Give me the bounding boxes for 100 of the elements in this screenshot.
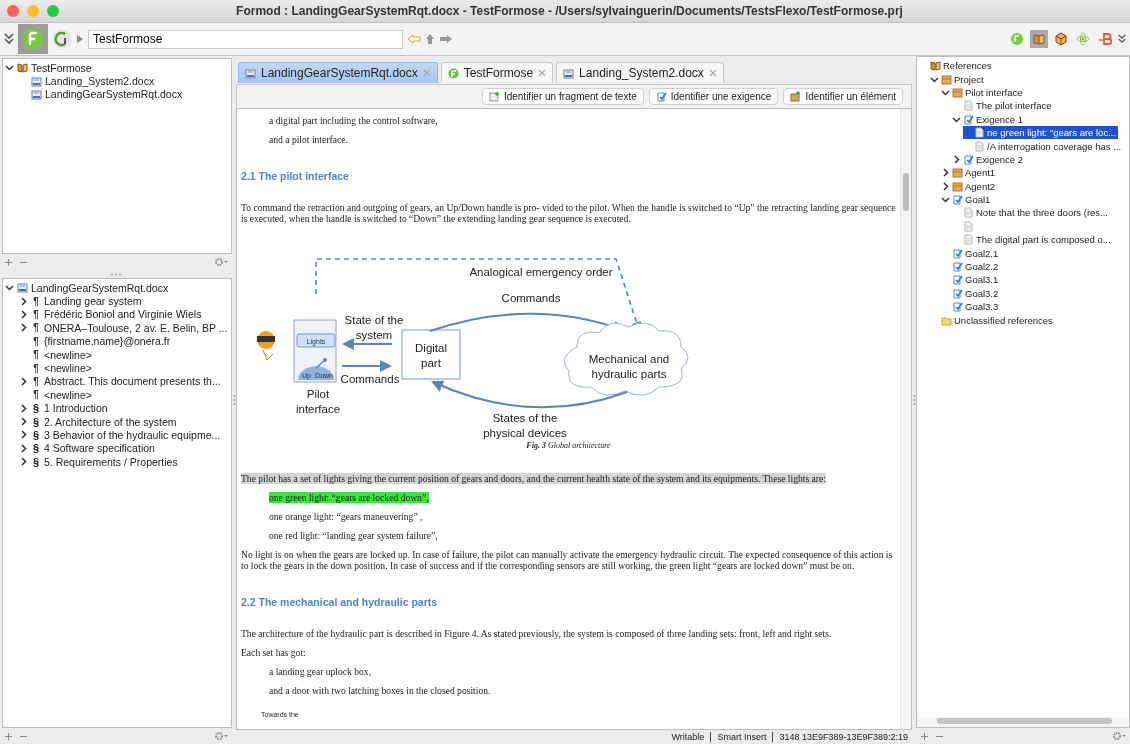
chevron-icon[interactable]: [5, 283, 14, 293]
tree-item[interactable]: Pilot interface: [941, 85, 1025, 100]
chevron-icon[interactable]: [941, 87, 950, 97]
tree-item[interactable]: Agent2: [941, 179, 998, 193]
tree-item[interactable]: Project: [930, 72, 986, 86]
logo-icon: [447, 67, 459, 79]
requirement-icon: [952, 287, 963, 299]
close-icon[interactable]: [422, 69, 431, 77]
play-icon[interactable]: [76, 34, 84, 44]
window-control-button[interactable]: [47, 5, 59, 17]
up-arrow-icon[interactable]: [425, 33, 435, 45]
grip-icon[interactable]: [110, 272, 122, 276]
tree-item[interactable]: § 5. Requirements / Properties: [19, 455, 180, 469]
tree-item[interactable]: ¶ Landing gear system: [19, 294, 144, 308]
tree-item[interactable]: § 1 Introduction: [19, 401, 110, 415]
toolbar-button[interactable]: [1052, 30, 1070, 48]
chevron-icon[interactable]: [952, 114, 961, 124]
chevron-icon[interactable]: [19, 443, 28, 453]
tree-item[interactable]: Goal2.2: [941, 259, 1001, 274]
diagram-label: Analogical emergency order: [469, 266, 613, 278]
chevron-icon[interactable]: [19, 323, 28, 333]
toolbar-button[interactable]: [1096, 30, 1114, 48]
tree-item[interactable]: ¶ <newline>: [19, 347, 94, 362]
settings-icon[interactable]: [1112, 731, 1126, 741]
tree-item[interactable]: /A interrogation coverage has ...: [963, 139, 1124, 153]
action-button[interactable]: Identifier un fragment de texte: [481, 88, 644, 105]
action-button[interactable]: Identifier une exigence: [648, 88, 779, 105]
chevron-icon[interactable]: [19, 296, 28, 306]
settings-icon[interactable]: [214, 257, 228, 267]
chevron-icon[interactable]: [952, 154, 961, 164]
tree-item[interactable]: LandingGearSystemRqt.docx: [5, 281, 171, 295]
tree-item[interactable]: § 4 Software specification: [19, 441, 157, 456]
tab[interactable]: LandingGearSystemRqt.docx: [238, 62, 438, 83]
chevrons-icon[interactable]: [4, 33, 14, 45]
tree-item[interactable]: The pilot interface: [952, 99, 1054, 113]
tree-item[interactable]: Exigence 2: [952, 152, 1025, 167]
tab[interactable]: TestFormose: [440, 62, 554, 83]
paragraph: No light is on when the gears are locked up. In case of failure, the pilot can manually activate the emergency hydraulic circuit. The expected consequence of this action is to lock the gears in the down position. In case of success and if the corresponding sensors are still working, the green light “gears are locked down” must be on.: [241, 549, 893, 571]
tree-item[interactable]: ¶ <newline>: [19, 361, 94, 375]
action-button[interactable]: Identifier un élément: [783, 88, 903, 105]
tree-item[interactable]: TestFormose: [5, 61, 94, 75]
forward-arrow-icon[interactable]: [439, 34, 453, 44]
chevron-icon[interactable]: [19, 376, 28, 386]
chevron-icon[interactable]: [19, 309, 28, 319]
chevron-icon[interactable]: [19, 417, 28, 427]
tree-item[interactable]: Note that the three doors (res...: [952, 206, 1110, 220]
tree-item[interactable]: Goal1: [941, 192, 993, 207]
chevron-icon[interactable]: [941, 195, 950, 205]
tree-item[interactable]: § 3 Behavior of the hydraulic equipme...: [19, 428, 223, 442]
plus-icon[interactable]: [4, 257, 13, 267]
tree-item[interactable]: ne green light: "gears are loc...: [963, 125, 1119, 140]
tree-item[interactable]: ¶ Abstract. This document presents th...: [19, 374, 223, 389]
tree-item[interactable]: Unclassified references: [930, 313, 1055, 327]
tree-item[interactable]: § 2. Architecture of the system: [19, 414, 179, 429]
tree-item[interactable]: Goal3.3: [941, 300, 1001, 314]
toolbar-button[interactable]: [1030, 30, 1048, 48]
diagram-label: Commands: [501, 292, 561, 304]
requirement-icon: [655, 91, 667, 102]
grip-icon[interactable]: [232, 394, 236, 406]
tree-item[interactable]: Agent1: [941, 166, 998, 180]
tree-item[interactable]: ¶ {firstname.name}@onera.fr: [19, 334, 173, 348]
chevron-icon[interactable]: [941, 181, 950, 191]
scrollbar[interactable]: [917, 717, 1129, 727]
list-line: one red light: “landing gear system failure”,: [269, 530, 438, 541]
chevron-icon[interactable]: [19, 403, 28, 413]
tree-item[interactable]: Landing_System2.docx: [19, 74, 157, 88]
book-icon: [17, 62, 28, 74]
tree-item[interactable]: Goal3.2: [941, 286, 1001, 301]
chevron-icon[interactable]: [19, 457, 28, 467]
outline-mark-icon: ¶: [31, 335, 41, 347]
project-logo-icon[interactable]: [52, 29, 72, 49]
close-icon[interactable]: [708, 69, 717, 77]
tree-item[interactable]: References: [919, 59, 994, 73]
tab[interactable]: Landing_System2.docx: [556, 62, 724, 83]
tree-item[interactable]: The digital part is composed o...: [952, 233, 1113, 247]
outline-mark-icon: ¶: [31, 375, 41, 387]
plus-icon[interactable]: [920, 731, 929, 741]
path-field[interactable]: TestFormose: [88, 29, 403, 49]
diagram-label: Pilot interface: [295, 388, 341, 415]
settings-icon[interactable]: [214, 731, 228, 741]
tree-item[interactable]: ¶ <newline>: [19, 388, 94, 402]
chevron-icon[interactable]: [19, 430, 28, 440]
tree-item[interactable]: Exigence 1: [952, 112, 1025, 126]
grip-icon[interactable]: [912, 394, 916, 406]
tree-item[interactable]: Goal2.1: [941, 246, 1001, 260]
tree-item[interactable]: ¶ Frédéric Boniol and Virginie Wiels: [19, 307, 204, 322]
back-arrow-icon[interactable]: [407, 34, 421, 44]
tree-item[interactable]: ¶ ONERA–Toulouse, 2 av. E. Belin, BP ...: [19, 321, 230, 335]
scrollbar[interactable]: [900, 109, 911, 729]
chevrons-icon[interactable]: [1118, 33, 1126, 45]
chevron-icon[interactable]: [930, 74, 939, 84]
tree-item[interactable]: Goal3.1: [941, 273, 1001, 287]
chevron-icon[interactable]: [5, 63, 14, 73]
plus-icon[interactable]: [4, 731, 13, 741]
tree-item[interactable]: LandingGearSystemRqt.docx: [19, 87, 185, 102]
close-icon[interactable]: [538, 69, 547, 77]
chevron-icon[interactable]: [941, 168, 950, 178]
section-heading: 2.1 The pilot interface: [241, 170, 349, 182]
page-icon: [974, 127, 985, 139]
window-control-button[interactable]: [7, 5, 19, 17]
